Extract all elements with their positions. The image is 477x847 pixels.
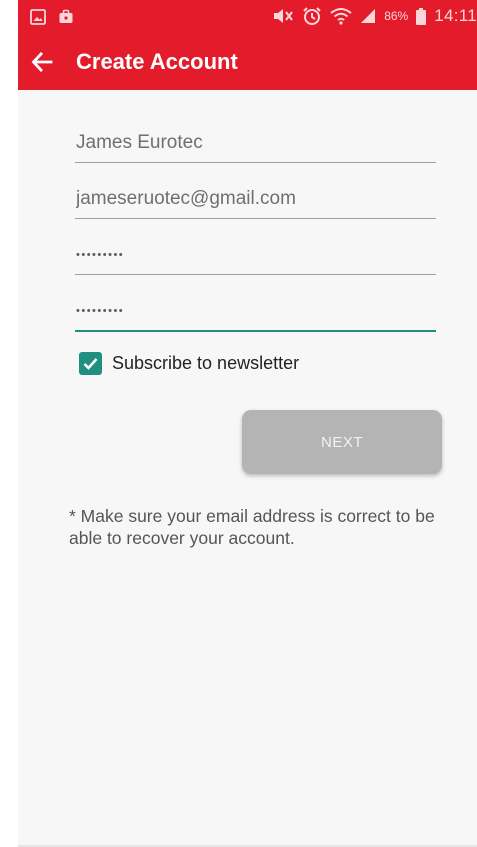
name-field[interactable] [75,123,436,163]
password-input[interactable] [75,235,436,274]
status-bar: 86% 14:11 [18,0,477,34]
battery-icon [416,7,427,25]
confirm-password-field[interactable] [75,292,436,332]
email-input[interactable] [75,179,436,218]
mute-icon [274,9,293,23]
password-field[interactable] [75,235,436,275]
newsletter-checkbox-row[interactable]: Subscribe to newsletter [79,352,299,375]
status-right-icons: 86% 14:11 [272,6,477,26]
newsletter-checkbox[interactable] [79,352,102,375]
email-field[interactable] [75,179,436,219]
alarm-icon [303,7,321,25]
briefcase-icon [59,9,73,23]
back-arrow-icon [31,52,53,72]
next-button[interactable]: NEXT [242,410,442,474]
battery-percent: 86% [384,9,409,23]
app-bar: Create Account [18,34,477,90]
back-button[interactable] [18,34,70,90]
status-clock: 14:11 [434,6,477,25]
email-note: * Make sure your email address is correc… [69,506,435,548]
signal-icon [361,9,376,23]
name-input[interactable] [75,123,436,162]
app-screen: 86% 14:11 Create Account James Eurotec j… [18,0,477,847]
page-title: Create Account [76,49,238,74]
confirm-password-input[interactable] [75,292,436,330]
image-icon [30,9,46,25]
newsletter-label: Subscribe to newsletter [112,353,300,373]
status-left-icons [30,9,74,25]
wifi-icon [330,8,352,25]
checkmark-icon [83,358,98,370]
